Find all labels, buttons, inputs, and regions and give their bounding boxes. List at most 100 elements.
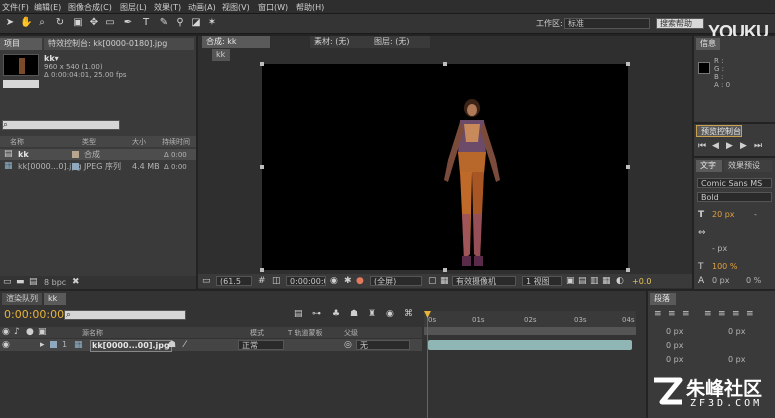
- table-row[interactable]: ▤ kk 合成 Δ 0:00: [0, 149, 196, 160]
- menu-file[interactable]: 文件(F): [2, 2, 29, 13]
- column-name[interactable]: 名称: [10, 137, 24, 147]
- camera-tool-icon[interactable]: ▣: [72, 17, 84, 29]
- current-time-indicator[interactable]: [427, 313, 428, 418]
- column-size[interactable]: 大小: [132, 137, 146, 147]
- new-folder-icon[interactable]: ▬: [16, 277, 25, 287]
- menu-effect[interactable]: 效果(T): [154, 2, 181, 13]
- layer-shy-icon[interactable]: ☗: [168, 340, 176, 350]
- column-duration[interactable]: 持续时间: [162, 137, 190, 147]
- reset-exposure-icon[interactable]: ◐: [616, 276, 624, 286]
- timeline-search-input[interactable]: [64, 310, 186, 320]
- graph-editor-icon[interactable]: ⌘: [404, 309, 413, 319]
- vertical-scale-value[interactable]: 100 %: [712, 262, 737, 272]
- column-trkmat[interactable]: T 轨道蒙板: [288, 328, 323, 338]
- tracking-value[interactable]: - px: [712, 244, 727, 254]
- first-frame-icon[interactable]: ⏮: [698, 141, 706, 151]
- mask-tool-icon[interactable]: ▭: [104, 17, 116, 29]
- justify-all-icon[interactable]: ≡: [746, 309, 754, 319]
- prev-frame-icon[interactable]: ◀: [712, 141, 719, 151]
- align-center-icon[interactable]: ≡: [668, 309, 676, 319]
- label-color-swatch[interactable]: [72, 163, 79, 170]
- pick-whip-icon[interactable]: ◎: [344, 340, 352, 350]
- current-time-field[interactable]: 0:00:00:02: [286, 276, 326, 286]
- layer-visibility-icon[interactable]: ◉: [2, 340, 10, 350]
- align-right-icon[interactable]: ≡: [682, 309, 690, 319]
- workspace-select[interactable]: 标准: [564, 18, 650, 29]
- menu-layer[interactable]: 图层(L): [120, 2, 147, 13]
- justify-left-icon[interactable]: ≡: [704, 309, 712, 319]
- transform-handle[interactable]: [626, 268, 630, 272]
- tab-info[interactable]: 信息: [696, 38, 720, 50]
- transform-handle[interactable]: [626, 165, 630, 169]
- transform-handle[interactable]: [443, 62, 447, 66]
- menu-window[interactable]: 窗口(W): [258, 2, 288, 13]
- tab-paragraph[interactable]: 段落: [650, 293, 676, 305]
- time-ruler[interactable]: 0s 01s 02s 03s 04s: [424, 311, 636, 327]
- work-area-bar[interactable]: [424, 327, 636, 335]
- menu-help[interactable]: 帮助(H): [296, 2, 324, 13]
- column-mode[interactable]: 模式: [250, 328, 264, 338]
- layer-duration-bar[interactable]: [428, 340, 632, 350]
- grid-icon[interactable]: #: [258, 276, 266, 286]
- column-type[interactable]: 类型: [82, 137, 96, 147]
- transform-handle[interactable]: [260, 165, 264, 169]
- new-composition-icon[interactable]: ▤: [29, 277, 38, 287]
- first-line-indent-value[interactable]: 0 px: [666, 355, 683, 365]
- comp-flowchart-icon[interactable]: ▦: [602, 276, 611, 286]
- resolution-select[interactable]: (全屏): [370, 276, 422, 286]
- layer-label-swatch[interactable]: [50, 341, 57, 348]
- indent-left-value[interactable]: 0 px: [666, 327, 683, 337]
- space-before-value[interactable]: 0 px: [666, 341, 683, 351]
- layer-mode-select[interactable]: 正常: [238, 340, 284, 350]
- layer-source-name[interactable]: kk[0000...00].jpg: [90, 340, 172, 352]
- rotate-tool-icon[interactable]: ↻: [54, 17, 66, 29]
- mask-visibility-icon[interactable]: ◫: [272, 276, 281, 286]
- tab-render-queue[interactable]: 渲染队列: [2, 293, 42, 305]
- menu-view[interactable]: 视图(V): [222, 2, 250, 13]
- play-icon[interactable]: ▶: [726, 141, 733, 151]
- baseline-shift-value[interactable]: 0 px: [712, 276, 729, 286]
- table-row[interactable]: ▦ kk[0000...0].jpg JPEG 序列 4.4 MB Δ 0:00: [0, 161, 196, 172]
- indent-right-value[interactable]: 0 px: [728, 327, 745, 337]
- last-frame-icon[interactable]: ⏭: [754, 141, 762, 151]
- hand-tool-icon[interactable]: ✋: [20, 17, 32, 29]
- composition-canvas[interactable]: [262, 64, 628, 270]
- always-preview-icon[interactable]: ▭: [202, 276, 211, 286]
- timeline-layer-row[interactable]: ◉ ▸ 1 ▦ kk[0000...00].jpg ☗ ⁄ 正常 ◎ 无: [0, 339, 422, 352]
- leading-value[interactable]: -: [754, 210, 757, 220]
- pan-behind-tool-icon[interactable]: ✥: [88, 17, 100, 29]
- tab-project[interactable]: 项目: [0, 38, 42, 50]
- exposure-value[interactable]: +0.0: [632, 277, 651, 287]
- fast-previews-icon[interactable]: ▤: [578, 276, 587, 286]
- transparency-grid-icon[interactable]: ▦: [440, 276, 449, 286]
- transform-handle[interactable]: [443, 268, 447, 272]
- show-snapshot-icon[interactable]: ✱: [344, 276, 352, 286]
- channel-icon[interactable]: ●: [356, 276, 364, 286]
- font-style-select[interactable]: Bold: [697, 192, 772, 202]
- column-parent[interactable]: 父级: [344, 328, 358, 338]
- menu-composition[interactable]: 图像合成(C): [68, 2, 112, 13]
- label-color-swatch[interactable]: [72, 151, 79, 158]
- transform-handle[interactable]: [260, 268, 264, 272]
- transform-handle[interactable]: [260, 62, 264, 66]
- tab-footage[interactable]: 素材: (无): [310, 36, 370, 48]
- puppet-tool-icon[interactable]: ✶: [206, 17, 218, 29]
- next-frame-icon[interactable]: ▶: [740, 141, 747, 151]
- brush-tool-icon[interactable]: ✎: [158, 17, 170, 29]
- menu-animation[interactable]: 动画(A): [188, 2, 216, 13]
- tab-effects-presets[interactable]: 效果预设: [724, 160, 772, 172]
- region-of-interest-icon[interactable]: ▢: [428, 276, 437, 286]
- timeline-current-time[interactable]: 0:00:00:00: [4, 309, 64, 321]
- tab-preview[interactable]: 预览控制台: [696, 125, 742, 137]
- toggle-pixel-icon[interactable]: ▣: [566, 276, 575, 286]
- selection-tool-icon[interactable]: ➤: [4, 17, 16, 29]
- hide-shy-icon[interactable]: ☗: [350, 309, 358, 319]
- tab-layer[interactable]: 图层: (无): [370, 36, 430, 48]
- font-family-select[interactable]: Comic Sans MS: [697, 178, 772, 188]
- clone-stamp-tool-icon[interactable]: ⚲: [174, 17, 186, 29]
- layer-effect-switch-icon[interactable]: ⁄: [184, 340, 186, 350]
- tab-effect-controls[interactable]: 特效控制台: kk[0000-0180].jpg: [44, 38, 194, 50]
- font-size-value[interactable]: 20 px: [712, 210, 735, 220]
- help-search-input[interactable]: 搜索帮助: [656, 18, 704, 29]
- view-layout-select[interactable]: 1 视图: [522, 276, 562, 286]
